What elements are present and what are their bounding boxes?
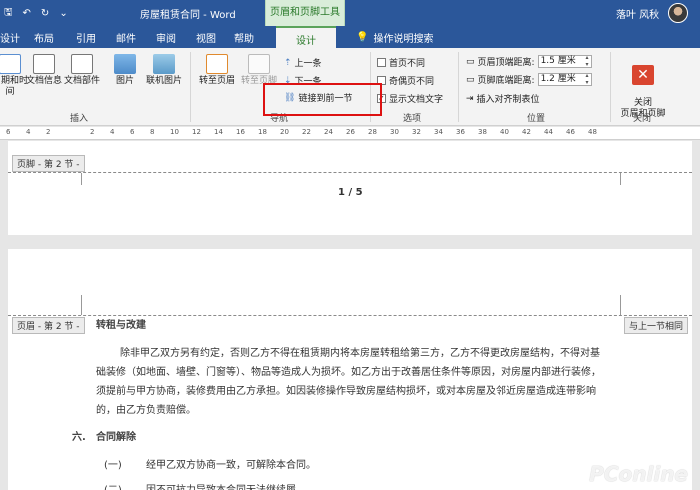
watermark: PConline — [589, 462, 688, 486]
lightbulb-icon: 💡 — [356, 32, 369, 43]
item-1-number: (一) — [104, 460, 122, 471]
document-info-icon — [33, 54, 55, 74]
avatar[interactable] — [668, 3, 688, 23]
header-section-tag: 页眉 - 第 2 节 - — [12, 317, 85, 334]
footer-bottom-distance: ▭ 页脚底端距离: 1.2 厘米 — [466, 72, 592, 86]
tab-design-main[interactable]: 设计 — [0, 30, 20, 45]
show-document-text-checkbox[interactable]: ✓ 显示文档文字 — [377, 92, 443, 105]
redo-icon[interactable]: ↻ — [41, 8, 49, 19]
header-top-input[interactable]: 1.5 厘米 — [537, 54, 592, 68]
online-picture-button[interactable]: 联机图片 — [142, 54, 186, 87]
group-divider — [190, 52, 191, 122]
user-name[interactable]: 落叶 风秋 — [616, 6, 659, 21]
footer-bottom-input[interactable]: 1.2 厘米 — [537, 72, 592, 86]
date-time-button[interactable]: 日期和时间 — [0, 54, 28, 98]
tab-view[interactable]: 视图 — [196, 30, 216, 45]
margin-corner — [70, 173, 82, 185]
tab-review[interactable]: 审阅 — [156, 30, 176, 45]
group-divider — [458, 52, 459, 122]
quick-parts-button[interactable]: 文档部件 — [64, 54, 100, 87]
section-6-title: 合同解除 — [96, 432, 136, 443]
footer-boundary-line — [8, 172, 692, 173]
footer-section-tag: 页脚 - 第 2 节 - — [12, 155, 85, 172]
item-2-number: (二) — [104, 481, 122, 490]
goto-header-button[interactable]: 转至页眉 — [196, 54, 238, 87]
header-top-distance: ▭ 页眉顶端距离: 1.5 厘米 — [466, 54, 592, 68]
picture-button[interactable]: 图片 — [107, 54, 143, 87]
online-picture-icon — [153, 54, 175, 74]
title-bar: 🖫 ↶ ↻ ⌄ 房屋租赁合同 - Word 页眉和页脚工具 落叶 风秋 — [0, 0, 700, 26]
tab-header-footer-design[interactable]: 设计 — [276, 26, 336, 48]
item-1-text: 经甲乙双方协商一致，可解除本合同。 — [146, 460, 316, 471]
tab-help[interactable]: 帮助 — [234, 30, 254, 45]
customize-qat-icon[interactable]: ⌄ — [59, 8, 67, 19]
header-position-icon: ▭ — [466, 56, 475, 67]
page-footer-area[interactable]: 页脚 - 第 2 节 - 1 / 5 — [8, 141, 692, 235]
paragraph-line-1: 除非甲乙双方另有约定，否则乙方不得在租赁期内将本房屋转租给第三方，乙方不得更改房… — [120, 348, 600, 359]
undo-icon[interactable]: ↶ — [23, 8, 31, 19]
tell-me-label: 操作说明搜索 — [373, 34, 434, 45]
alignment-tab-icon: ⇥ — [466, 93, 474, 104]
close-icon: ✕ — [632, 65, 654, 85]
goto-header-icon — [206, 54, 228, 74]
picture-icon — [114, 54, 136, 74]
insert-group-label: 插入 — [70, 114, 89, 124]
paragraph-line-4: 的，由乙方负责赔偿。 — [96, 405, 196, 416]
odd-even-different-checkbox[interactable]: 奇偶页不同 — [377, 74, 434, 87]
margin-corner — [620, 295, 632, 315]
paragraph-line-2: 础装修（如地面、墙壁、门窗等）、物品等造成人为损坏。如乙方出于改善居住条件等原因… — [96, 367, 601, 378]
page-number[interactable]: 1 / 5 — [338, 183, 363, 202]
options-group-label: 选项 — [403, 114, 422, 124]
footer-position-icon: ▭ — [466, 74, 475, 85]
paragraph-line-3: 须提前与甲方协商，装修费用由乙方承担。如因装修操作导致房屋结构损坏，或对本房屋及… — [96, 386, 596, 397]
calendar-icon — [0, 54, 21, 74]
page-gap — [0, 235, 700, 249]
page-body-area[interactable]: 页眉 - 第 2 节 - 与上一节相同 转租与改建 除非甲乙双方另有约定，否则乙… — [8, 249, 692, 490]
quick-access-toolbar: 🖫 ↶ ↻ ⌄ — [4, 5, 68, 22]
same-as-previous-tag: 与上一节相同 — [623, 317, 688, 334]
checkbox-unchecked-icon — [377, 58, 386, 67]
ribbon-tabs: 设计 布局 引用 邮件 审阅 视图 帮助 设计 💡 操作说明搜索 — [0, 26, 700, 48]
tab-mailings[interactable]: 邮件 — [116, 30, 136, 45]
save-icon[interactable]: 🖫 — [4, 5, 13, 22]
window-title: 房屋租赁合同 - Word — [140, 10, 236, 21]
margin-corner — [620, 173, 632, 185]
first-page-different-checkbox[interactable]: 首页不同 — [377, 56, 425, 69]
doc-info-button[interactable]: 文档信息 — [26, 54, 62, 87]
insert-alignment-tab-button[interactable]: ⇥ 插入对齐制表位 — [466, 92, 540, 106]
horizontal-ruler[interactable]: 6 4 2 2 4 6 8 10 12 14 16 18 20 22 24 26… — [0, 127, 700, 140]
section-title: 转租与改建 — [96, 320, 146, 331]
group-divider — [610, 52, 611, 122]
highlight-box — [263, 83, 382, 116]
tab-references[interactable]: 引用 — [76, 30, 96, 45]
close-group-label: 关闭 — [633, 114, 652, 124]
margin-corner — [70, 295, 82, 315]
goto-footer-icon — [248, 54, 270, 74]
previous-icon: ⇡ — [284, 57, 292, 68]
previous-button[interactable]: ⇡ 上一条 — [284, 56, 322, 70]
tab-layout[interactable]: 布局 — [34, 30, 54, 45]
item-2-text: 因不可抗力导致本合同无法继续履 — [146, 481, 296, 490]
section-6-number: 六. — [72, 432, 86, 443]
context-tab-header: 页眉和页脚工具 — [265, 0, 345, 26]
quick-parts-icon — [71, 54, 93, 74]
position-group-label: 位置 — [527, 114, 546, 124]
tell-me-search[interactable]: 💡 操作说明搜索 — [356, 30, 433, 45]
